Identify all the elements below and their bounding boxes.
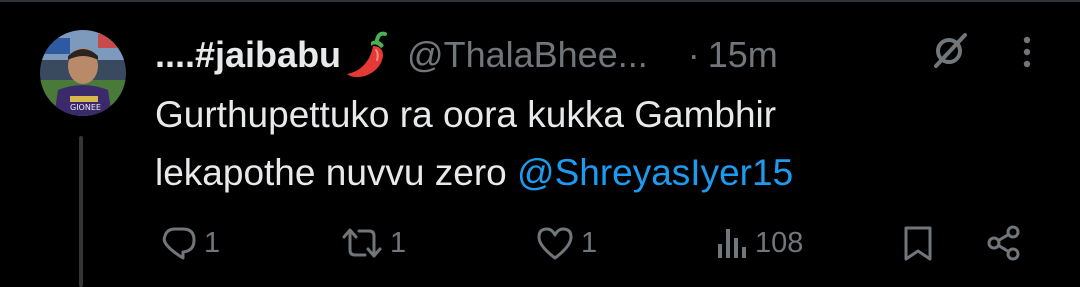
avatar[interactable]: GIONEE <box>40 30 126 116</box>
reply-button[interactable]: 1 <box>160 218 220 268</box>
bookmark-icon <box>900 224 936 262</box>
views-button[interactable]: 108 <box>715 218 803 268</box>
user-handle[interactable]: @ThalaBhee... <box>407 34 648 76</box>
hot-pepper-icon <box>343 30 395 80</box>
display-name[interactable]: ....#jaibabu <box>155 34 341 76</box>
bookmark-button[interactable] <box>900 218 936 268</box>
svg-text:GIONEE: GIONEE <box>70 103 101 112</box>
views-count: 108 <box>755 226 804 259</box>
mention-link[interactable]: @ShreyasIyer15 <box>517 152 793 193</box>
action-bar: 1 1 1 108 <box>155 218 1035 268</box>
like-count: 1 <box>581 226 598 259</box>
tweet-text-line-1: Gurthupettuko ra oora kukka Gambhir <box>155 94 777 135</box>
thread-line <box>79 136 83 287</box>
grok-icon[interactable] <box>930 30 970 70</box>
top-divider <box>0 0 1080 2</box>
separator-dot: · <box>687 34 700 75</box>
tweet-text-line-2-prefix: lekapothe nuvvu zero <box>155 152 518 193</box>
reply-count: 1 <box>204 226 221 259</box>
repost-count: 1 <box>390 226 407 259</box>
avatar-image: GIONEE <box>40 30 126 116</box>
timestamp[interactable]: 15m <box>708 34 778 76</box>
share-button[interactable] <box>985 218 1023 268</box>
reply-icon <box>160 224 198 262</box>
views-icon <box>715 224 749 262</box>
more-vertical-icon[interactable] <box>1015 32 1039 72</box>
tweet-text: Gurthupettuko ra oora kukka Gambhir leka… <box>155 86 1055 202</box>
tweet-header: ....#jaibabu @ThalaBhee... · 15m <box>155 30 778 80</box>
like-button[interactable]: 1 <box>535 218 597 268</box>
share-icon <box>985 224 1023 262</box>
heart-icon <box>535 224 575 262</box>
repost-button[interactable]: 1 <box>340 218 406 268</box>
tweet-text-line-2: lekapothe nuvvu zero @ShreyasIyer15 <box>155 144 1055 202</box>
repost-icon <box>340 224 384 262</box>
